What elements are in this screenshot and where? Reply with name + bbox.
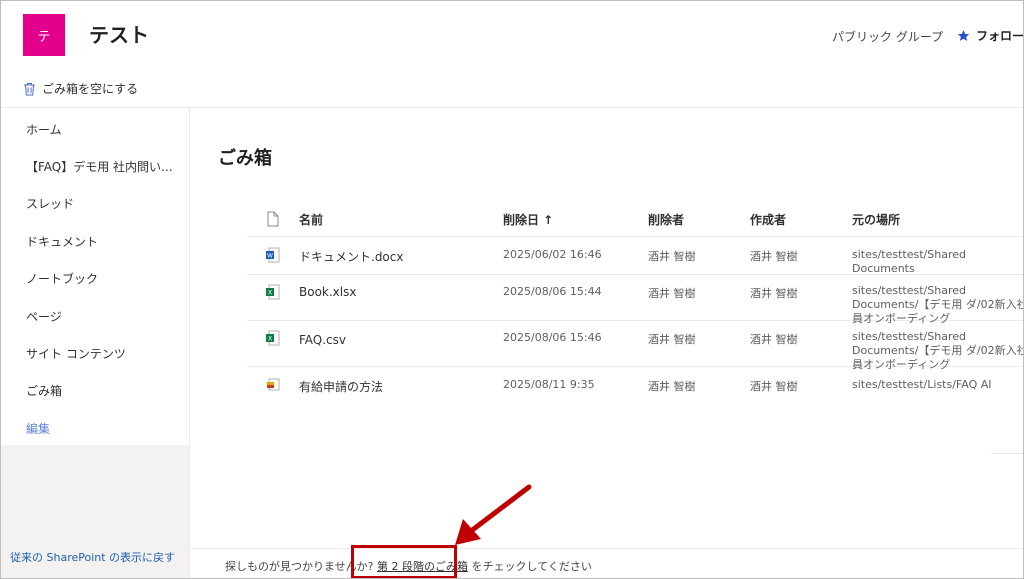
footer-suffix: をチェックしてください bbox=[468, 560, 592, 573]
nav-item-home[interactable]: ホーム bbox=[26, 121, 62, 138]
row-deleted-by: 酒井 智樹 bbox=[648, 250, 696, 263]
list-row[interactable]: X Book.xlsx 2025/08/06 15:44 酒井 智樹 酒井 智樹… bbox=[247, 275, 1023, 325]
row-name[interactable]: Book.xlsx bbox=[299, 285, 356, 299]
nav-item-recycle-bin[interactable]: ごみ箱 bbox=[26, 382, 62, 399]
site-header: テ テスト パブリック グループ フォロー bbox=[1, 1, 1024, 69]
command-bar: ごみ箱を空にする bbox=[1, 69, 1023, 108]
row-location: sites/testtest/Shared Documents bbox=[852, 248, 966, 275]
trash-icon bbox=[24, 82, 35, 95]
row-deleted-date: 2025/08/06 15:46 bbox=[503, 331, 602, 344]
word-doc-icon: W bbox=[266, 247, 280, 263]
row-name[interactable]: ドキュメント.docx bbox=[299, 248, 403, 265]
row-deleted-by: 酒井 智樹 bbox=[648, 333, 696, 346]
list-row[interactable]: W ドキュメント.docx 2025/06/02 16:46 酒井 智樹 酒井 … bbox=[247, 237, 1023, 275]
column-header-name[interactable]: 名前 bbox=[299, 211, 323, 228]
nav-item-documents[interactable]: ドキュメント bbox=[26, 233, 98, 250]
row-deleted-by: 酒井 智樹 bbox=[648, 287, 696, 300]
site-logo[interactable]: テ bbox=[23, 14, 65, 56]
row-deleted-date: 2025/06/02 16:46 bbox=[503, 248, 602, 261]
row-name[interactable]: 有給申請の方法 bbox=[299, 378, 383, 395]
row-deleted-by: 酒井 智樹 bbox=[648, 380, 696, 393]
svg-text:X: X bbox=[268, 336, 272, 343]
sharepoint-recycle-bin-page: テ テスト パブリック グループ フォロー ごみ箱を空にする ホーム 【FAQ】… bbox=[0, 0, 1024, 579]
nav-item-threads[interactable]: スレッド bbox=[26, 195, 74, 212]
list-header-row: 名前 削除日 ↑ 削除者 作成者 元の場所 bbox=[247, 201, 1023, 237]
csv-file-icon: X bbox=[266, 330, 280, 346]
page-title: ごみ箱 bbox=[218, 148, 272, 169]
site-title[interactable]: テスト bbox=[89, 19, 149, 48]
column-header-location[interactable]: 元の場所 bbox=[852, 211, 900, 228]
nav-item-faq-demo[interactable]: 【FAQ】デモ用 社内問い... bbox=[26, 158, 173, 175]
column-header-created-by[interactable]: 作成者 bbox=[750, 211, 786, 228]
row-name[interactable]: FAQ.csv bbox=[299, 333, 346, 347]
nav-item-notebook[interactable]: ノートブック bbox=[26, 270, 98, 287]
empty-recycle-bin-label: ごみ箱を空にする bbox=[42, 82, 139, 96]
return-to-classic-link[interactable]: 従来の SharePoint の表示に戻す bbox=[10, 549, 175, 565]
nav-list: ホーム 【FAQ】デモ用 社内問い... スレッド ドキュメント ノートブック … bbox=[1, 108, 189, 445]
list-item-icon bbox=[267, 378, 280, 391]
row-created-by: 酒井 智樹 bbox=[750, 333, 798, 346]
svg-text:W: W bbox=[267, 253, 273, 260]
follow-button[interactable]: フォロー bbox=[957, 27, 1024, 44]
nav-edit-link[interactable]: 編集 bbox=[26, 420, 50, 437]
svg-text:X: X bbox=[268, 290, 272, 297]
row-created-by: 酒井 智樹 bbox=[750, 287, 798, 300]
row-created-by: 酒井 智樹 bbox=[750, 380, 798, 393]
footer-bar: 探しものが見つかりませんか? 第 2 段階のごみ箱 をチェックしてください bbox=[190, 548, 1023, 578]
row-deleted-date: 2025/08/11 9:35 bbox=[503, 378, 595, 391]
excel-file-icon: X bbox=[266, 284, 280, 300]
row-location: sites/testtest/Lists/FAQ AI bbox=[852, 378, 992, 391]
nav-item-pages[interactable]: ページ bbox=[26, 308, 62, 325]
row-deleted-date: 2025/08/06 15:44 bbox=[503, 285, 602, 298]
row-location: sites/testtest/Shared Documents/【デモ用 ダ/0… bbox=[852, 284, 1024, 325]
file-type-header-icon[interactable] bbox=[266, 211, 280, 227]
row-location: sites/testtest/Shared Documents/【デモ用 ダ/0… bbox=[852, 330, 1024, 371]
row-created-by: 酒井 智樹 bbox=[750, 250, 798, 263]
nav-item-site-contents[interactable]: サイト コンテンツ bbox=[26, 345, 126, 362]
star-icon bbox=[957, 30, 970, 41]
group-visibility-label: パブリック グループ bbox=[832, 30, 944, 44]
empty-recycle-bin-button[interactable]: ごみ箱を空にする bbox=[23, 80, 138, 97]
left-navigation: ホーム 【FAQ】デモ用 社内問い... スレッド ドキュメント ノートブック … bbox=[1, 108, 190, 578]
annotation-arrow-icon bbox=[455, 484, 532, 545]
list-row[interactable]: 有給申請の方法 2025/08/11 9:35 酒井 智樹 酒井 智樹 site… bbox=[247, 367, 1023, 407]
follow-label: フォロー bbox=[976, 29, 1024, 43]
list-row[interactable]: X FAQ.csv 2025/08/06 15:46 酒井 智樹 酒井 智樹 s… bbox=[247, 321, 1023, 371]
column-header-deleted-date[interactable]: 削除日 ↑ bbox=[503, 211, 553, 228]
column-header-deleted-by[interactable]: 削除者 bbox=[648, 211, 684, 228]
divider bbox=[991, 453, 1023, 454]
